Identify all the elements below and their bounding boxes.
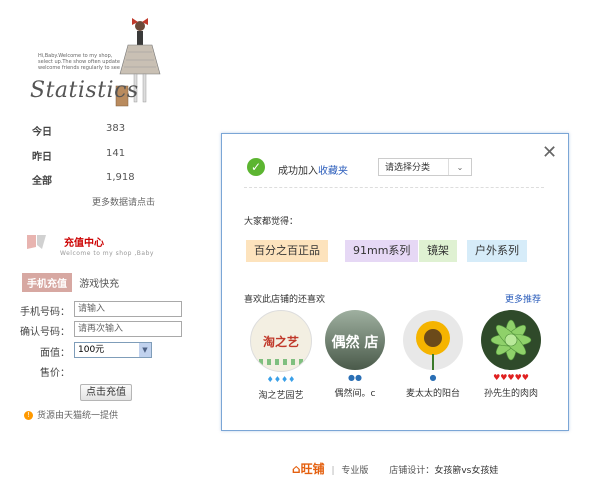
statistics-title: Statistics [30, 78, 139, 103]
success-prefix: 成功加入 [278, 166, 318, 177]
tag-91mm[interactable]: 91mm系列 [345, 240, 419, 262]
stat-value: 141 [106, 148, 126, 159]
recharge-tabs: 手机充值 游戏快充 [22, 273, 123, 292]
checkmark-icon: ✓ [247, 158, 265, 176]
close-icon[interactable]: ✕ [542, 142, 557, 163]
statistics-caption: Hi,Baby.Welcome to my shop, select up.Th… [38, 53, 120, 71]
amount-select[interactable]: 100元 ▼ [74, 342, 152, 358]
more-recommend-link[interactable]: 更多推荐 [505, 292, 541, 305]
recharge-subtitle: Welcome to my shop ,Baby [60, 250, 154, 257]
crown-icon: ●● [348, 373, 362, 382]
tab-game-recharge[interactable]: 游戏快充 [75, 273, 123, 292]
shop-avatar-succulent[interactable] [481, 310, 541, 370]
shop-name[interactable]: 淘之艺园艺 [246, 388, 316, 401]
phone-label: 手机号码： [20, 307, 70, 318]
heart-icon: ♥♥♥♥♥ [493, 373, 529, 382]
confirm-phone-label: 确认号码： [20, 327, 70, 338]
shop-avatar-sunflower[interactable] [403, 310, 463, 370]
shop-name[interactable]: 孙先生的肉肉 [476, 386, 546, 399]
tab-phone-recharge[interactable]: 手机充值 [22, 273, 72, 292]
wangpu-logo: ⌂旺铺 [292, 460, 325, 477]
footer-separator: | [331, 466, 335, 476]
supply-notice: ! 货源由天猫统一提供 [24, 408, 118, 421]
stat-value: 1,918 [106, 172, 135, 183]
shop-name[interactable]: 麦太太的阳台 [398, 386, 468, 399]
phone-input[interactable]: 请输入 [74, 301, 182, 317]
home-icon: ⌂ [292, 462, 301, 476]
shop-card[interactable]: ● 麦太太的阳台 [398, 310, 468, 399]
footer-designer[interactable]: 女孩簖vs女孩娃 [434, 466, 498, 476]
recharge-logo-icon [26, 233, 48, 251]
stat-row-today: 今日 383 [32, 123, 142, 138]
amount-value: 100元 [78, 345, 105, 355]
info-icon: ! [24, 411, 33, 420]
crown-icon: ● [429, 373, 437, 382]
divider [244, 187, 544, 188]
footer: ⌂旺铺 | 专业版 店铺设计：女孩簖vs女孩娃 [292, 460, 498, 477]
stat-row-total: 全部 1,918 [32, 172, 142, 187]
chevron-down-icon[interactable]: ⌄ [448, 159, 471, 175]
supply-notice-text: 货源由天猫统一提供 [37, 411, 119, 421]
stat-label: 全部 [32, 176, 52, 187]
shop-avatar-text: 淘之艺 [262, 335, 299, 349]
stat-label: 昨日 [32, 152, 52, 163]
stat-value: 383 [106, 123, 126, 134]
shop-avatar[interactable]: 淘之艺 [250, 310, 312, 372]
shop-avatar-text: 偶然 店 [331, 335, 379, 351]
recharge-title: 充值中心 [64, 238, 104, 249]
shop-avatar[interactable]: 偶然 店 [325, 310, 385, 370]
confirm-phone-input[interactable]: 请再次输入 [74, 321, 182, 337]
stat-label: 今日 [32, 127, 52, 138]
success-message: 成功加入收藏夹 [278, 162, 348, 177]
category-select[interactable]: 请选择分类 ⌄ [378, 158, 472, 176]
category-select-value: 请选择分类 [385, 163, 431, 173]
wangpu-logo-text: 旺铺 [300, 462, 325, 476]
shop-card[interactable]: ♥♥♥♥♥ 孙先生的肉肉 [476, 310, 546, 399]
tag-genuine[interactable]: 百分之百正品 [246, 240, 328, 262]
price-label: 售价： [40, 368, 70, 379]
tag-outdoor[interactable]: 户外系列 [467, 240, 527, 262]
also-like-label: 喜欢此店铺的还喜欢 [244, 295, 326, 305]
more-data-link[interactable]: 更多数据请点击 [92, 195, 155, 208]
shop-card[interactable]: 偶然 店 ●● 偶然间。c [320, 310, 390, 399]
stat-row-yesterday: 昨日 141 [32, 148, 142, 163]
footer-edition: 专业版 [341, 466, 369, 476]
amount-label: 面值： [40, 348, 70, 359]
shop-card[interactable]: 淘之艺 ♦♦♦♦ 淘之艺园艺 [246, 310, 316, 401]
everyone-thinks-label: 大家都觉得： [244, 217, 299, 227]
diamond-icon: ♦♦♦♦ [266, 375, 296, 384]
favorites-link[interactable]: 收藏夹 [318, 166, 348, 177]
tag-frames[interactable]: 镜架 [419, 240, 457, 262]
chevron-down-icon[interactable]: ▼ [139, 343, 151, 357]
shop-name[interactable]: 偶然间。c [320, 386, 390, 399]
footer-designer-label: 店铺设计： [389, 466, 435, 476]
recharge-button[interactable]: 点击充值 [80, 384, 132, 401]
favorite-popup: ✕ ✓ 成功加入收藏夹 请选择分类 ⌄ 大家都觉得： 百分之百正品 91mm系列… [221, 133, 569, 431]
